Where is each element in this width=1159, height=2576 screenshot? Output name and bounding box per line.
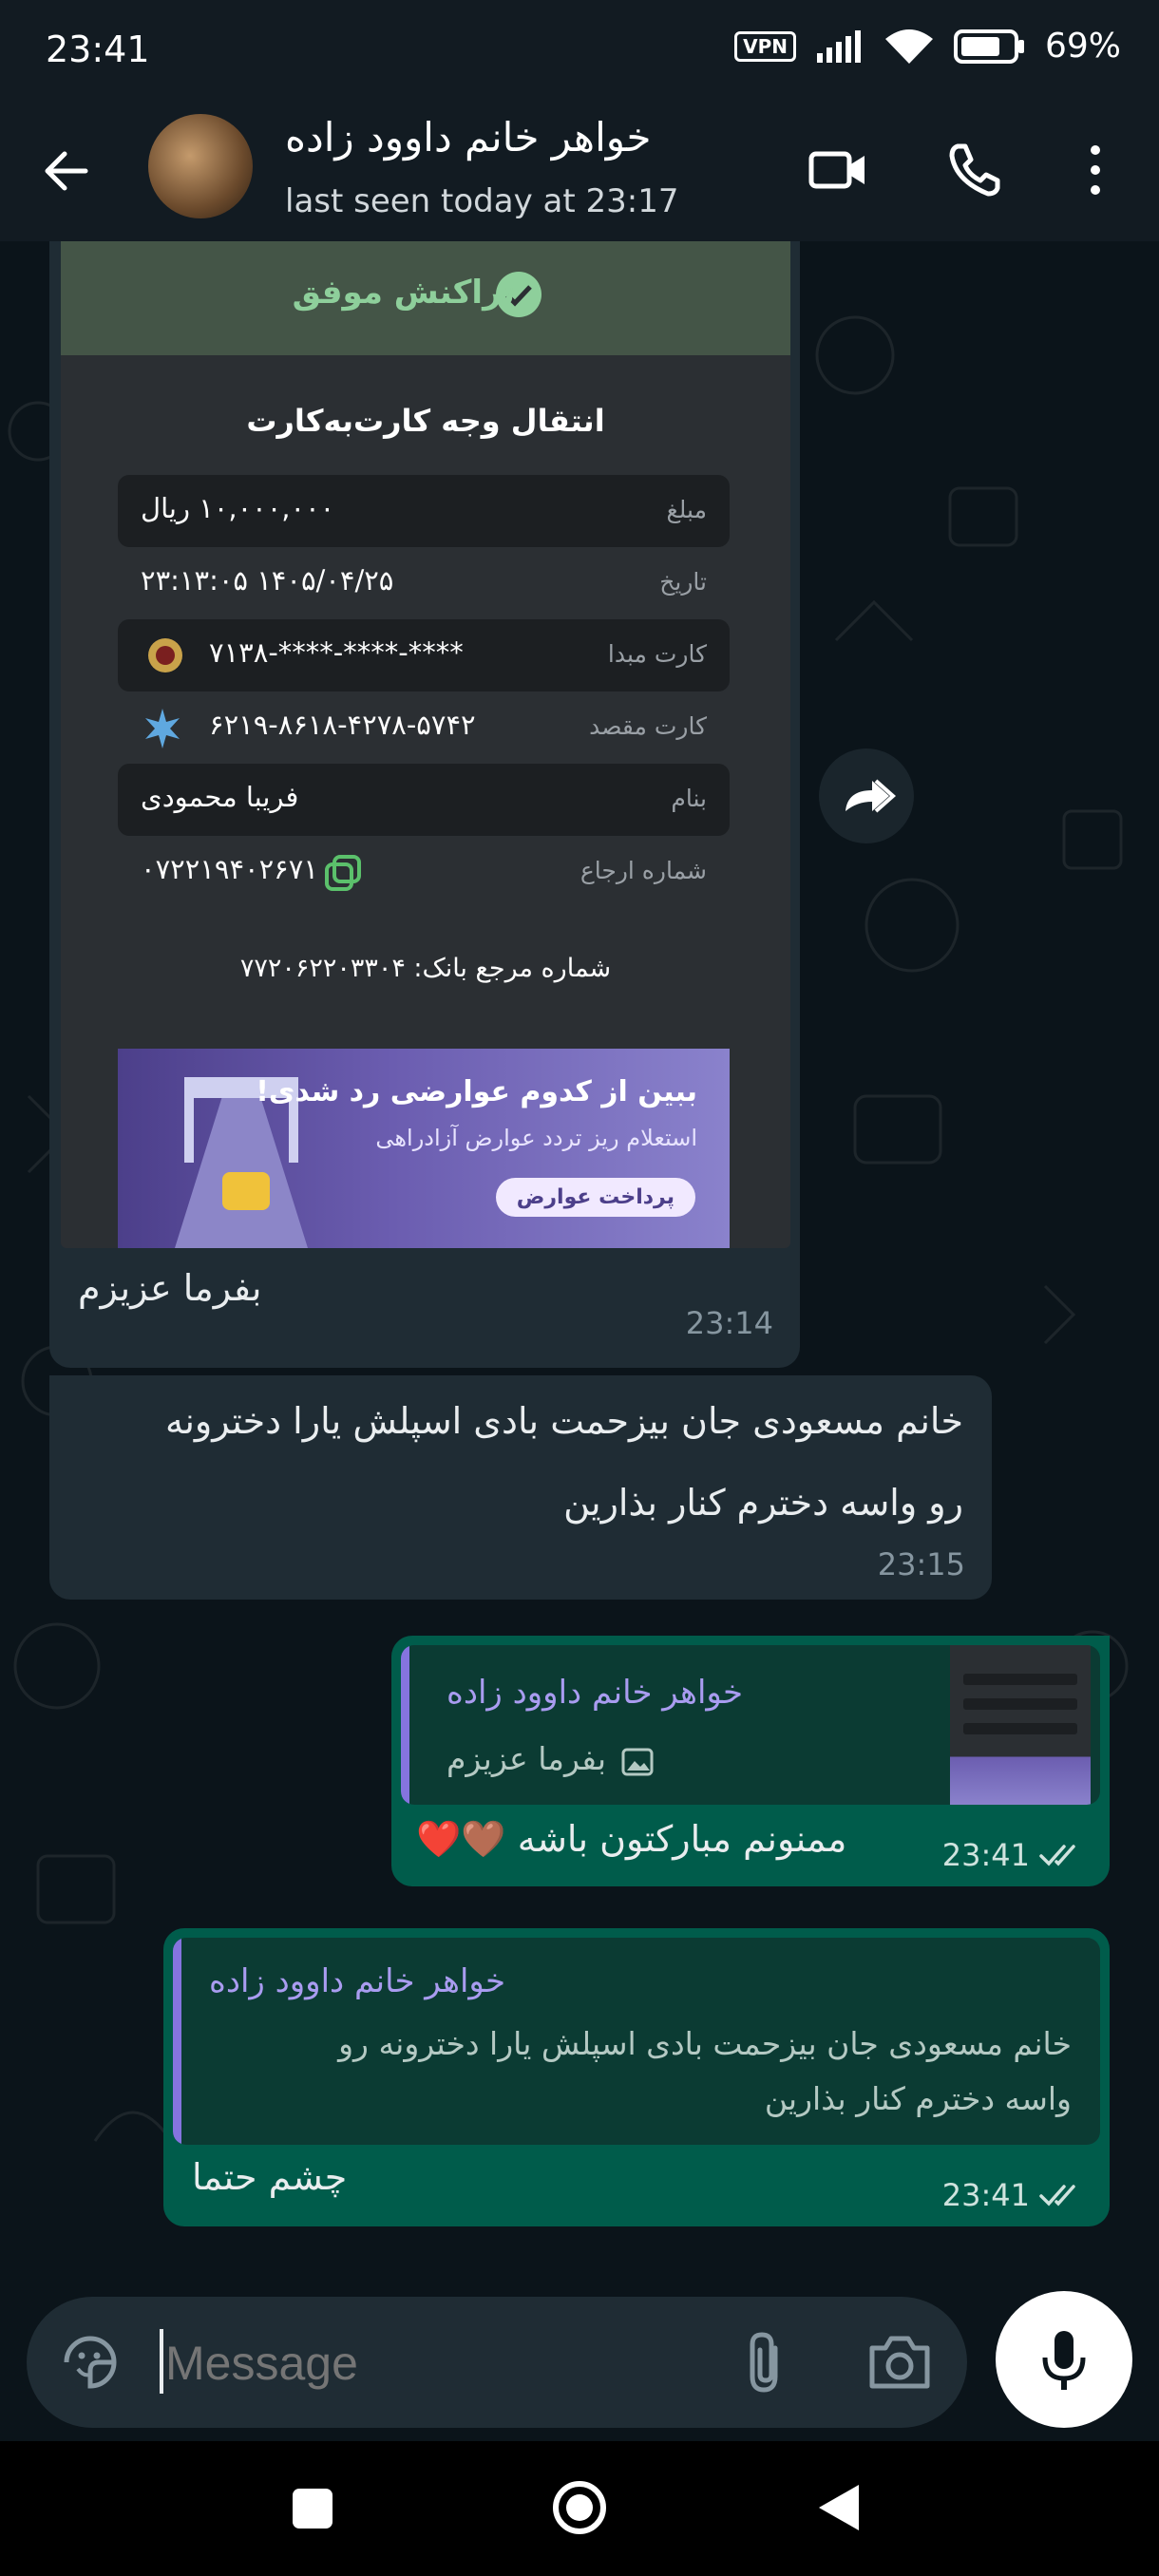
read-ticks-icon xyxy=(1039,1845,1075,1866)
status-bar: 23:41 VPN 69% xyxy=(0,0,1159,103)
dest-card-label: کارت مقصد xyxy=(589,712,707,740)
receipt-source-row: کارت مبدا ****-****-****-۷۱۳۸ xyxy=(118,619,730,691)
bank-melli-logo-icon xyxy=(148,638,182,672)
message-meta: 23:41 xyxy=(942,2177,1085,2213)
message-time: 23:14 xyxy=(685,1305,773,1341)
back-arrow-icon[interactable] xyxy=(38,142,95,199)
amount-label: مبلغ xyxy=(666,496,707,523)
contact-name[interactable]: خواهر خانم داوود زاده xyxy=(285,114,651,161)
image-icon xyxy=(621,1748,654,1776)
message-time: 23:15 xyxy=(877,1546,965,1582)
incoming-text-message[interactable]: خانم مسعودی جان بیزحمت بادی اسپلش یارا د… xyxy=(49,1375,992,1600)
receipt-header: تراکنش موفق xyxy=(61,241,790,355)
receipt-dest-row: کارت مقصد ۶۲۱۹-۸۶۱۸-۴۲۷۸-۵۷۴۲ xyxy=(118,691,730,764)
message-time: 23:41 xyxy=(941,1837,1030,1873)
chat-area[interactable]: تراکنش موفق انتقال وجه کارت‌به‌کارت مبلغ… xyxy=(0,241,1159,2441)
forward-button[interactable] xyxy=(819,748,914,843)
quote-accent-bar xyxy=(401,1645,409,1805)
voice-call-icon[interactable] xyxy=(942,137,1009,203)
quote-text: بفرما عزیزم xyxy=(446,1740,607,1777)
more-options-icon[interactable] xyxy=(1062,137,1129,203)
forward-icon xyxy=(846,779,897,813)
signal-icon xyxy=(816,29,861,63)
quote-thumbnail xyxy=(950,1645,1091,1805)
source-card-label: کارت مبدا xyxy=(607,640,707,668)
quote-author: خواهر خانم داوود زاده xyxy=(209,1962,505,2000)
battery-percent: 69% xyxy=(1044,27,1121,66)
camera-icon[interactable] xyxy=(866,2331,933,2394)
transfer-receipt-image[interactable]: تراکنش موفق انتقال وجه کارت‌به‌کارت مبلغ… xyxy=(61,241,790,1248)
receipt-title: انتقال وجه کارت‌به‌کارت xyxy=(246,403,605,439)
system-nav-bar xyxy=(0,2441,1159,2576)
receipt-date-row: تاریخ ۱۴۰۵/۰۴/۲۵ ۲۳:۱۳:۰۵ xyxy=(118,547,730,619)
message-meta: 23:41 xyxy=(942,1837,1085,1873)
bank-logo-icon xyxy=(145,709,180,748)
mic-icon xyxy=(1042,2331,1086,2390)
message-input[interactable] xyxy=(163,2323,699,2403)
message-time: 23:41 xyxy=(941,2177,1030,2213)
quote-text-line1: خانم مسعودی جان بیزحمت بادی اسپلش یارا د… xyxy=(338,2025,1072,2062)
reply-quote[interactable]: خواهر خانم داوود زاده خانم مسعودی جان بی… xyxy=(173,1938,1100,2145)
source-card-value: ****-****-****-۷۱۳۸ xyxy=(209,636,464,669)
chat-header: خواهر خانم داوود زاده last seen today at… xyxy=(0,103,1159,241)
receipt-name-row: بنام فریبا محمودی xyxy=(118,764,730,836)
wifi-icon xyxy=(884,28,933,64)
message-composer xyxy=(27,2297,967,2428)
message-text: ممنونم مبارکتون باشه 🤎❤️ xyxy=(416,1818,847,1860)
ad-title: ببین از کدوم عوارضی رد شدی! xyxy=(256,1075,697,1108)
status-icons: VPN 69% xyxy=(734,27,1121,66)
name-label: بنام xyxy=(671,785,707,812)
avatar[interactable] xyxy=(148,114,253,218)
dest-card-value: ۶۲۱۹-۸۶۱۸-۴۲۷۸-۵۷۴۲ xyxy=(209,709,476,741)
incoming-image-message[interactable]: تراکنش موفق انتقال وجه کارت‌به‌کارت مبلغ… xyxy=(49,241,800,1368)
name-value: فریبا محمودی xyxy=(141,781,299,813)
last-seen-status: last seen today at 23:17 xyxy=(285,182,679,220)
receipt-ref-row: شماره ارجاع ۰۷۲۲۱۹۴۰۲۶۷۱ xyxy=(118,836,730,908)
battery-icon xyxy=(953,28,1024,64)
video-call-icon[interactable] xyxy=(806,137,872,203)
ad-subtitle: استعلام ریز تردد عوارض آزادراهی xyxy=(375,1125,697,1151)
message-text: چشم حتما xyxy=(192,2156,348,2198)
ref-label: شماره ارجاع xyxy=(580,857,707,884)
emoji-icon[interactable] xyxy=(59,2331,122,2394)
outgoing-reply-message[interactable]: خواهر خانم داوود زاده خانم مسعودی جان بی… xyxy=(163,1928,1110,2226)
message-text: بفرما عزیزم xyxy=(78,1267,262,1309)
read-ticks-icon xyxy=(1039,2185,1075,2207)
back-button-icon[interactable] xyxy=(815,2483,863,2532)
ref-value: ۰۷۲۲۱۹۴۰۲۶۷۱ xyxy=(141,853,318,885)
home-button-icon[interactable] xyxy=(551,2479,608,2536)
quote-author: خواهر خانم داوود زاده xyxy=(446,1674,743,1712)
receipt-status: تراکنش موفق xyxy=(292,274,515,312)
quote-text-line2: واسه دخترم کنار بذارین xyxy=(764,2080,1072,2117)
amount-value: ۱۰,۰۰۰,۰۰۰ ریال xyxy=(141,492,335,524)
recents-button-icon[interactable] xyxy=(291,2487,334,2530)
vpn-badge: VPN xyxy=(734,30,796,62)
toll-ad-banner: ببین از کدوم عوارضی رد شدی! استعلام ریز … xyxy=(118,1049,730,1248)
bank-reference: شماره مرجع بانک: ۷۷۲۰۶۲۲۰۳۳۰۴ xyxy=(239,954,612,983)
date-value: ۱۴۰۵/۰۴/۲۵ ۲۳:۱۳:۰۵ xyxy=(141,564,394,597)
copy-icon xyxy=(325,855,361,891)
ad-pay-toll-button: پرداخت عوارض xyxy=(495,1178,695,1217)
attach-icon[interactable] xyxy=(737,2329,794,2396)
voice-record-button[interactable] xyxy=(996,2291,1132,2428)
status-time: 23:41 xyxy=(46,28,150,70)
receipt-amount-row: مبلغ ۱۰,۰۰۰,۰۰۰ ریال xyxy=(118,475,730,547)
outgoing-reply-message[interactable]: خواهر خانم داوود زاده بفرما عزیزم ممنونم… xyxy=(391,1636,1110,1886)
message-text-line2: رو واسه دخترم کنار بذارین xyxy=(563,1482,963,1524)
date-label: تاریخ xyxy=(659,568,707,596)
message-text-line1: خانم مسعودی جان بیزحمت بادی اسپلش یارا د… xyxy=(164,1400,963,1442)
quote-accent-bar xyxy=(173,1938,181,2145)
reply-quote[interactable]: خواهر خانم داوود زاده بفرما عزیزم xyxy=(401,1645,1100,1805)
